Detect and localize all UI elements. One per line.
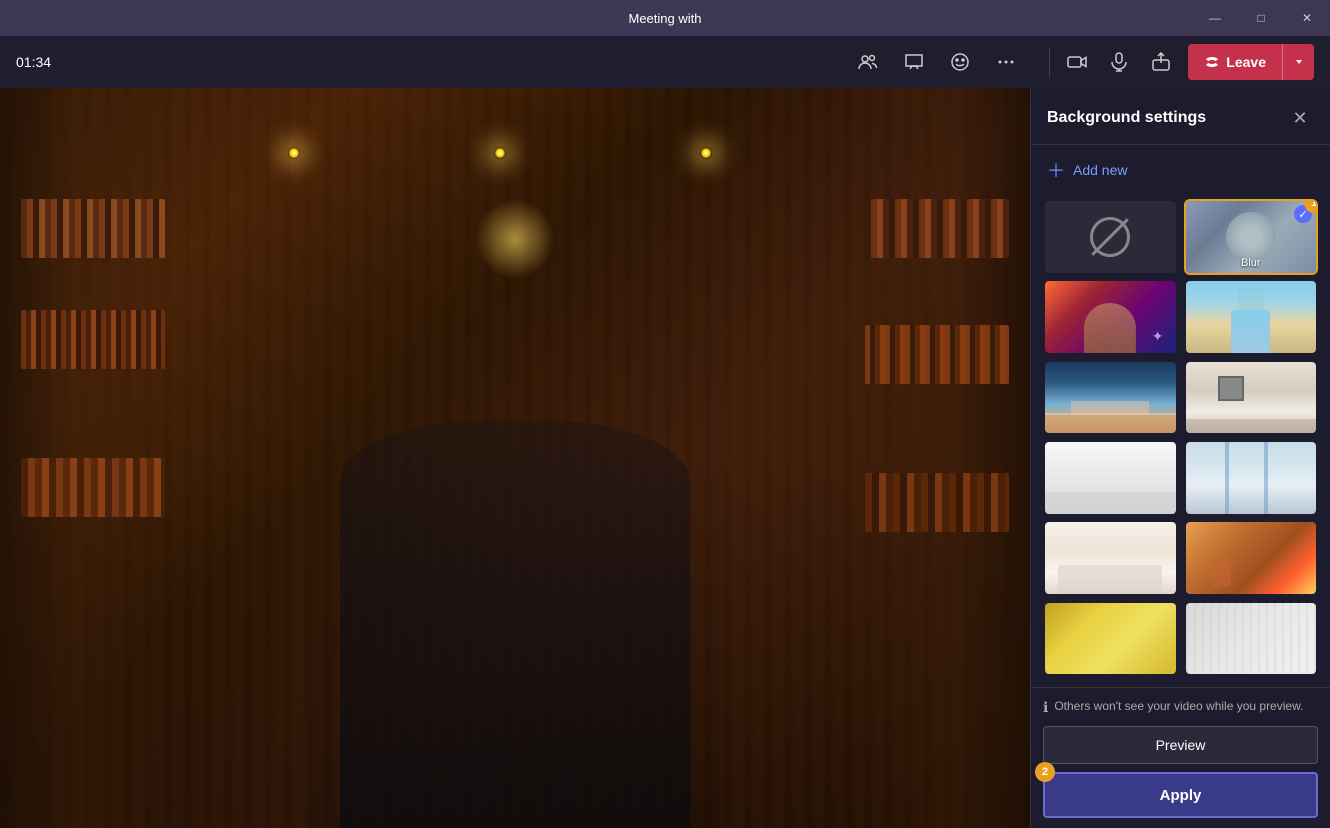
title-bar: Meeting with — □ ✕ xyxy=(0,0,1330,36)
leave-button[interactable]: Leave xyxy=(1188,44,1314,80)
more-button[interactable] xyxy=(987,43,1025,81)
background-none[interactable] xyxy=(1043,199,1178,275)
apply-button[interactable]: Apply xyxy=(1043,772,1318,818)
reactions-button[interactable] xyxy=(941,43,979,81)
add-new-button[interactable]: ＋ Add new xyxy=(1031,145,1330,195)
preview-button[interactable]: Preview xyxy=(1043,726,1318,764)
close-button[interactable]: ✕ xyxy=(1284,0,1330,36)
leave-label: Leave xyxy=(1226,54,1266,70)
camera-button[interactable] xyxy=(1058,43,1096,81)
books-right-low xyxy=(865,473,1009,532)
panel-close-button[interactable]: ✕ xyxy=(1286,104,1314,132)
video-background xyxy=(0,88,1030,828)
background-gradient[interactable] xyxy=(1043,601,1178,677)
background-white-room-thumb xyxy=(1045,442,1176,514)
microphone-button[interactable] xyxy=(1100,43,1138,81)
background-partial[interactable] xyxy=(1184,601,1319,677)
colorful-fg xyxy=(1084,303,1136,353)
call-timer: 01:34 xyxy=(16,54,51,70)
leave-dropdown-arrow[interactable] xyxy=(1282,44,1314,80)
dark-jacket xyxy=(340,421,690,828)
info-row: ℹ Others won't see your video while you … xyxy=(1043,698,1318,716)
background-cafe[interactable] xyxy=(1184,520,1319,596)
minimize-button[interactable]: — xyxy=(1192,0,1238,36)
background-cafe-thumb xyxy=(1186,522,1317,594)
partial-pattern xyxy=(1186,603,1317,675)
background-modern-office-thumb xyxy=(1186,442,1317,514)
glass-panels xyxy=(1225,442,1229,514)
toolbar-media xyxy=(1058,43,1180,81)
background-desert[interactable] xyxy=(1043,360,1178,436)
office-floor xyxy=(1186,419,1317,433)
background-gradient-thumb xyxy=(1045,603,1176,675)
background-desert-thumb xyxy=(1045,362,1176,434)
panel-bottom: ℹ Others won't see your video while you … xyxy=(1031,687,1330,828)
background-office[interactable] xyxy=(1184,360,1319,436)
main-content: Background settings ✕ ＋ Add new 1 Blur xyxy=(0,88,1330,828)
glass-panels-2 xyxy=(1264,442,1268,514)
cafe-chair xyxy=(1212,558,1232,587)
apply-button-wrapper: 2 Apply xyxy=(1043,772,1318,818)
books-right-top xyxy=(865,199,1009,258)
background-bedroom[interactable] xyxy=(1043,520,1178,596)
window-controls: — □ ✕ xyxy=(1192,0,1330,36)
books-left-mid xyxy=(21,310,165,369)
panel-header: Background settings ✕ xyxy=(1031,88,1330,145)
panel-title: Background settings xyxy=(1047,109,1206,127)
people-button[interactable] xyxy=(849,43,887,81)
blur-avatar xyxy=(1226,212,1276,262)
blur-label: Blur xyxy=(1186,257,1317,269)
none-icon xyxy=(1090,217,1130,257)
hallway-inner xyxy=(1231,310,1270,353)
books-right-mid xyxy=(865,325,1009,384)
share-button[interactable] xyxy=(1142,43,1180,81)
background-bedroom-thumb xyxy=(1045,522,1176,594)
badge-2: 2 xyxy=(1035,762,1055,782)
bedroom-bed xyxy=(1058,565,1162,594)
background-office-thumb xyxy=(1186,362,1317,434)
add-icon: ＋ xyxy=(1047,157,1065,183)
colorful-star: ✦ xyxy=(1152,328,1164,345)
background-blur[interactable]: 1 Blur ✓ xyxy=(1184,199,1319,275)
background-colorful[interactable]: ✦ xyxy=(1043,279,1178,355)
white-room-corner xyxy=(1045,492,1176,513)
info-text: Others won't see your video while you pr… xyxy=(1054,698,1303,715)
toolbar-icons xyxy=(849,43,1025,81)
desert-building xyxy=(1071,401,1149,415)
chat-button[interactable] xyxy=(895,43,933,81)
office-frame xyxy=(1218,376,1244,401)
toolbar-divider xyxy=(1049,47,1050,77)
backgrounds-grid: 1 Blur ✓ ✦ xyxy=(1031,195,1330,687)
background-colorful-thumb: ✦ xyxy=(1045,281,1176,353)
leave-main[interactable]: Leave xyxy=(1188,44,1282,80)
maximize-button[interactable]: □ xyxy=(1238,0,1284,36)
video-area xyxy=(0,88,1030,828)
background-modern-office[interactable] xyxy=(1184,440,1319,516)
add-new-label: Add new xyxy=(1073,162,1127,178)
info-icon: ℹ xyxy=(1043,699,1048,716)
books-left-top xyxy=(21,199,165,258)
background-white-room[interactable] xyxy=(1043,440,1178,516)
background-settings-panel: Background settings ✕ ＋ Add new 1 Blur xyxy=(1030,88,1330,828)
window-title: Meeting with xyxy=(629,11,702,26)
background-none-thumb xyxy=(1045,201,1176,273)
toolbar: 01:34 xyxy=(0,36,1330,88)
background-partial-thumb xyxy=(1186,603,1317,675)
books-left-low xyxy=(21,458,165,517)
background-hallway[interactable] xyxy=(1184,279,1319,355)
background-hallway-thumb xyxy=(1186,281,1317,353)
